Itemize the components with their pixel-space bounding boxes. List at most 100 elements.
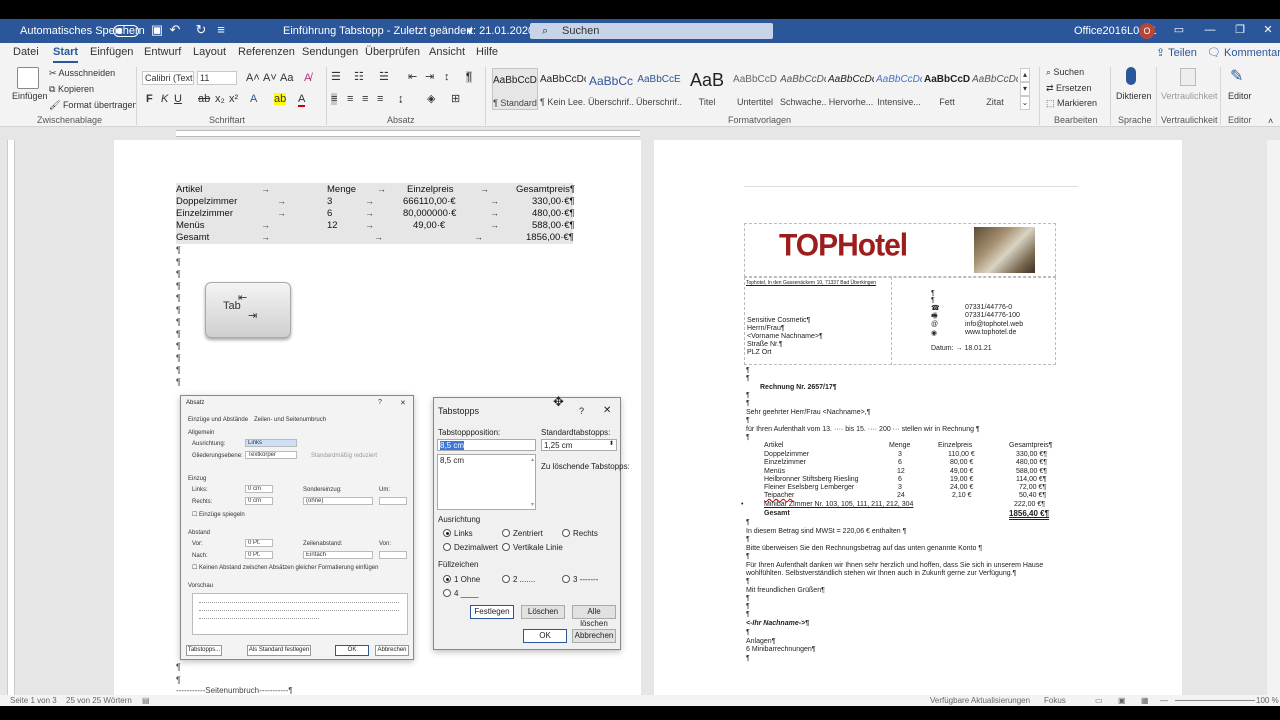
- zoom-out-icon[interactable]: —: [1160, 696, 1168, 705]
- style-hervorhebung[interactable]: AaBbCcDc Hervorhe...: [828, 68, 874, 110]
- styles-more-icon[interactable]: ⌄: [1020, 96, 1030, 110]
- tab-einzuege-abstaende[interactable]: Einzüge und Abstände: [188, 417, 248, 423]
- align-left-icon[interactable]: ≡: [331, 93, 338, 105]
- ok-button[interactable]: OK: [335, 645, 369, 656]
- web-layout-icon[interactable]: ▦: [1141, 696, 1149, 705]
- help-button[interactable]: ?: [579, 406, 584, 416]
- style-zitat[interactable]: AaBbCcDc Zitat: [972, 68, 1018, 110]
- tab-start[interactable]: Start: [53, 46, 79, 63]
- tab-zeilenumbruch[interactable]: Zeilen- und Seitenumbruch: [254, 417, 326, 423]
- scroll-up-icon[interactable]: ▴: [531, 456, 534, 463]
- subscript-icon[interactable]: x₂: [215, 93, 225, 105]
- style-kein-leerraum[interactable]: AaBbCcDc ¶ Kein Lee...: [540, 68, 586, 110]
- standard-reduziert-checkbox[interactable]: Standardmäßig reduziert: [311, 453, 377, 459]
- increase-indent-icon[interactable]: ⇥: [425, 71, 434, 83]
- editor-button[interactable]: Editor: [1228, 91, 1252, 101]
- alle-loeschen-button[interactable]: Alle löschen: [572, 605, 616, 628]
- avatar[interactable]: O: [1139, 23, 1155, 39]
- tab-referenzen[interactable]: Referenzen: [238, 46, 295, 58]
- radio-fill-4[interactable]: [443, 589, 451, 597]
- abbrechen-button[interactable]: Abbrechen: [375, 645, 409, 656]
- style-ueberschrift-2[interactable]: AaBbCcE Überschrif...: [636, 68, 682, 110]
- save-icon[interactable]: ▣: [150, 23, 164, 37]
- help-icon[interactable]: ?: [378, 399, 382, 406]
- share-button[interactable]: ⇪ Teilen: [1156, 46, 1197, 59]
- style-schwache-hervorhebung[interactable]: AaBbCcDc Schwache...: [780, 68, 826, 110]
- tab-entwurf[interactable]: Entwurf: [144, 46, 181, 58]
- multilevel-list-icon[interactable]: ☱: [379, 71, 389, 83]
- line-spacing-icon[interactable]: ↨: [398, 93, 404, 105]
- gliederung-select[interactable]: Textkörper: [245, 451, 297, 459]
- paste-icon[interactable]: [17, 67, 39, 89]
- updates-status[interactable]: Verfügbare Aktualisierungen: [930, 696, 1030, 705]
- tabstopp-list[interactable]: 8,5 cm ▴ ▾: [437, 454, 536, 510]
- print-layout-icon[interactable]: ▣: [1118, 696, 1126, 705]
- close-icon[interactable]: ✕: [603, 405, 611, 416]
- kein-abstand-checkbox[interactable]: ☐ Keinen Abstand zwischen Absätzen gleic…: [192, 564, 379, 571]
- close-icon[interactable]: ✕: [1261, 23, 1275, 37]
- font-name-dropdown[interactable]: Calibri (Textk: [142, 71, 194, 85]
- clear-format-icon[interactable]: A̸: [304, 72, 311, 84]
- radio-dezimalwert[interactable]: [443, 543, 451, 551]
- chevron-down-icon[interactable]: ▾: [467, 25, 473, 38]
- borders-icon[interactable]: ⊞: [451, 93, 460, 105]
- als-standard-button[interactable]: Als Standard festlegen: [247, 645, 311, 656]
- tab-einfuegen[interactable]: Einfügen: [90, 46, 133, 58]
- shading-icon[interactable]: ◈: [427, 93, 435, 105]
- comments-button[interactable]: 🗨 Kommentare: [1207, 46, 1280, 59]
- loeschen-button[interactable]: Löschen: [521, 605, 565, 619]
- style-titel[interactable]: AaB Titel: [684, 68, 730, 110]
- radio-fill-2[interactable]: [502, 575, 510, 583]
- tabstopps-dialog[interactable]: Tabstopps ? ✕ Tabstoppposition: 8,5 cm 8…: [433, 397, 630, 650]
- einzuege-spiegeln-checkbox[interactable]: ☐ Einzüge spiegeln: [192, 511, 245, 518]
- links-input[interactable]: 0 cm: [245, 485, 273, 493]
- highlight-icon[interactable]: ab: [274, 93, 287, 105]
- numbering-icon[interactable]: ☷: [354, 71, 364, 83]
- zeilenabstand-select[interactable]: Einfach: [303, 551, 373, 559]
- bullets-icon[interactable]: ☰: [331, 71, 341, 83]
- minimize-icon[interactable]: —: [1203, 23, 1217, 37]
- find-button[interactable]: ⌕ Suchen: [1046, 67, 1084, 78]
- close-icon[interactable]: ✕: [400, 399, 406, 407]
- vor-input[interactable]: 0 Pt.: [245, 539, 273, 547]
- italic-icon[interactable]: K: [161, 93, 168, 105]
- von-input[interactable]: [379, 551, 407, 559]
- grow-font-icon[interactable]: A˄: [246, 72, 260, 84]
- vertical-ruler[interactable]: [7, 140, 15, 695]
- radio-zentriert[interactable]: [502, 529, 510, 537]
- superscript-icon[interactable]: x²: [229, 93, 238, 105]
- um-input[interactable]: [379, 497, 407, 505]
- absatz-dialog[interactable]: Absatz ? ✕ Einzüge und Abstände Zeilen- …: [180, 395, 414, 660]
- page-count[interactable]: Seite 1 von 3: [10, 696, 57, 705]
- tabstoppposition-input[interactable]: 8,5 cm: [437, 439, 536, 451]
- tab-ueberpruefen[interactable]: Überprüfen: [365, 46, 420, 58]
- list-item[interactable]: 8,5 cm: [440, 456, 533, 465]
- change-case-icon[interactable]: Aa: [280, 72, 293, 84]
- format-painter-button[interactable]: 🖌 Format übertragen: [49, 100, 137, 111]
- redo-icon[interactable]: ↻: [194, 23, 208, 37]
- rechts-input[interactable]: 0 cm: [245, 497, 273, 505]
- radio-links[interactable]: [443, 529, 451, 537]
- style-fett[interactable]: AaBbCcDc Fett: [924, 68, 970, 110]
- justify-icon[interactable]: ≡: [377, 93, 383, 105]
- ok-button[interactable]: OK: [523, 629, 567, 643]
- paste-button[interactable]: Einfügen: [12, 91, 48, 101]
- tab-hilfe[interactable]: Hilfe: [476, 46, 498, 58]
- sort-icon[interactable]: ↕: [444, 71, 450, 83]
- align-right-icon[interactable]: ≡: [362, 93, 368, 105]
- select-button[interactable]: ⬚ Markieren: [1046, 98, 1097, 109]
- horizontal-ruler[interactable]: [0, 127, 1280, 140]
- underline-icon[interactable]: U: [174, 93, 182, 105]
- ausrichtung-select[interactable]: Links: [245, 439, 297, 447]
- radio-vertikale-linie[interactable]: [502, 543, 510, 551]
- radio-fill-3[interactable]: [562, 575, 570, 583]
- sondereinzug-select[interactable]: (ohne): [303, 497, 373, 505]
- scroll-down-icon[interactable]: ▾: [531, 501, 534, 508]
- shrink-font-icon[interactable]: A˅: [263, 72, 277, 84]
- standardtabstopps-input[interactable]: 1,25 cm ⬍: [541, 439, 617, 451]
- undo-icon[interactable]: ↶: [168, 23, 182, 37]
- show-formatting-icon[interactable]: ¶: [466, 71, 472, 83]
- radio-fill-1[interactable]: [443, 575, 451, 583]
- nach-input[interactable]: 0 Pt.: [245, 551, 273, 559]
- font-size-dropdown[interactable]: 11: [197, 71, 237, 85]
